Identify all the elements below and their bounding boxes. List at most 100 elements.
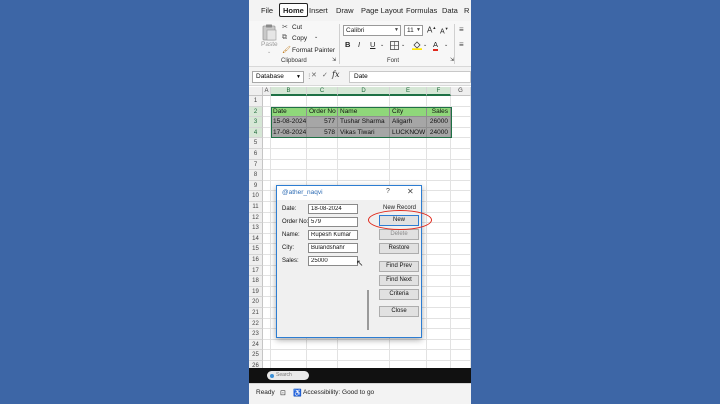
row-header[interactable]: 6 — [249, 149, 263, 160]
row-header[interactable]: 21 — [249, 308, 263, 319]
tab-file[interactable]: File — [258, 4, 276, 18]
criteria-button[interactable]: Criteria — [379, 289, 419, 300]
row-header[interactable]: 22 — [249, 318, 263, 330]
row-header[interactable]: 24 — [249, 339, 263, 351]
sales-field[interactable] — [308, 256, 358, 266]
row-header[interactable]: 14 — [249, 233, 263, 245]
column-header[interactable]: B — [271, 87, 307, 96]
chevron-down-icon[interactable]: ⌄ — [444, 42, 448, 48]
insert-function-icon[interactable]: fx — [332, 70, 339, 79]
row-header[interactable]: 16 — [249, 255, 263, 266]
cancel-icon[interactable]: ✕ — [311, 71, 317, 79]
font-color-button[interactable]: A — [433, 40, 439, 51]
column-header[interactable]: F — [427, 87, 451, 96]
tab-page-layout[interactable]: Page Layout — [358, 4, 406, 18]
table-header-cell[interactable]: City — [390, 106, 427, 118]
borders-icon[interactable] — [390, 41, 399, 50]
table-cell[interactable]: Aligarh — [390, 117, 427, 128]
name-box[interactable]: Database ▼ — [252, 71, 304, 83]
column-header[interactable]: E — [390, 87, 427, 96]
column-header[interactable]: A — [263, 87, 271, 96]
font-size-select[interactable]: 11 ▼ — [404, 25, 423, 36]
help-button[interactable]: ? — [386, 188, 390, 195]
accessibility-icon[interactable]: ♿ — [293, 389, 302, 397]
tab-home[interactable]: Home — [279, 3, 308, 17]
row-header[interactable]: 5 — [249, 138, 263, 149]
table-header-cell[interactable]: Name — [338, 106, 390, 118]
tab-formulas[interactable]: Formulas — [403, 4, 440, 18]
delete-button[interactable]: Delete — [379, 229, 419, 240]
copy-button[interactable]: ⧉ Copy ⌄ — [282, 34, 327, 43]
tab-review[interactable]: R — [461, 4, 471, 18]
row-header[interactable]: 25 — [249, 350, 263, 361]
formula-input[interactable]: Date — [349, 71, 471, 83]
accessibility-status[interactable]: Accessibility: Good to go — [303, 389, 374, 396]
table-header-cell[interactable]: Order No — [307, 106, 338, 118]
macro-record-icon[interactable]: ⊡ — [280, 389, 286, 397]
row-header[interactable]: 3 — [249, 117, 263, 128]
row-header[interactable]: 4 — [249, 127, 263, 139]
decrease-font-size-button[interactable]: A▼ — [440, 26, 449, 35]
paste-button[interactable]: Paste ⌄ — [258, 23, 280, 55]
row-header[interactable]: 19 — [249, 286, 263, 298]
format-painter-button[interactable]: 🖌 Format Painter — [282, 46, 337, 55]
restore-button[interactable]: Restore — [379, 243, 419, 254]
order-no-field[interactable] — [308, 217, 358, 227]
tab-insert[interactable]: Insert — [306, 4, 331, 18]
column-header[interactable]: G — [451, 87, 471, 96]
row-header[interactable]: 1 — [249, 96, 263, 107]
row-header[interactable]: 13 — [249, 223, 263, 234]
name-field[interactable] — [308, 230, 358, 240]
fill-color-icon[interactable] — [412, 40, 422, 50]
chevron-down-icon[interactable]: ⌄ — [423, 42, 427, 48]
row-header[interactable]: 17 — [249, 265, 263, 277]
row-header[interactable]: 12 — [249, 212, 263, 224]
bold-button[interactable]: B — [345, 40, 350, 49]
align-left-icon[interactable]: ≡ — [459, 40, 464, 49]
row-header[interactable]: 8 — [249, 170, 263, 181]
find-prev-button[interactable]: Find Prev — [379, 261, 419, 272]
increase-font-size-button[interactable]: A▲ — [427, 25, 436, 35]
font-name-select[interactable]: Calibri ▼ — [343, 25, 401, 36]
chevron-down-icon[interactable]: ⌄ — [401, 42, 405, 48]
close-icon[interactable]: ✕ — [407, 187, 414, 196]
table-cell[interactable]: LUCKNOW — [390, 127, 427, 139]
row-header[interactable]: 9 — [249, 180, 263, 192]
cut-button[interactable]: ✂ Cut — [282, 23, 322, 32]
table-cell[interactable]: Vikas Tiwari — [338, 127, 390, 139]
row-header[interactable]: 2 — [249, 106, 263, 118]
table-cell[interactable]: 17-08-2024 — [271, 127, 307, 139]
table-cell[interactable]: 24000 — [427, 127, 451, 139]
column-header[interactable]: C — [307, 87, 338, 96]
underline-button[interactable]: U — [370, 40, 375, 49]
table-cell[interactable]: 577 — [307, 117, 338, 128]
enter-icon[interactable]: ✓ — [322, 71, 328, 79]
city-field[interactable] — [308, 243, 358, 253]
table-cell[interactable]: Tushar Sharma — [338, 117, 390, 128]
row-header[interactable]: 11 — [249, 202, 263, 213]
table-cell[interactable]: 26000 — [427, 117, 451, 128]
row-header[interactable]: 10 — [249, 191, 263, 202]
close-button[interactable]: Close — [379, 306, 419, 317]
column-header[interactable]: D — [338, 87, 390, 96]
row-header[interactable]: 20 — [249, 297, 263, 308]
row-header[interactable]: 7 — [249, 159, 263, 171]
table-header-cell[interactable]: Sales — [427, 106, 451, 118]
italic-button[interactable]: I — [358, 40, 360, 49]
tab-data[interactable]: Data — [439, 4, 461, 18]
taskbar-search[interactable]: Search — [267, 371, 309, 380]
select-all-corner[interactable] — [249, 87, 263, 96]
row-header[interactable]: 23 — [249, 329, 263, 340]
chevron-down-icon[interactable]: ⌄ — [380, 42, 384, 48]
table-header-cell[interactable]: Date — [271, 106, 307, 118]
table-cell[interactable]: 15-08-2024 — [271, 117, 307, 128]
tab-draw[interactable]: Draw — [333, 4, 357, 18]
table-cell[interactable]: 578 — [307, 127, 338, 139]
date-field[interactable] — [308, 204, 358, 214]
align-icon[interactable]: ≡ — [459, 25, 464, 34]
row-header[interactable]: 15 — [249, 244, 263, 255]
record-scrollbar[interactable] — [367, 290, 369, 330]
find-next-button[interactable]: Find Next — [379, 275, 419, 286]
dialog-launcher-icon[interactable]: ⇲ — [332, 57, 336, 63]
row-header[interactable]: 18 — [249, 276, 263, 287]
